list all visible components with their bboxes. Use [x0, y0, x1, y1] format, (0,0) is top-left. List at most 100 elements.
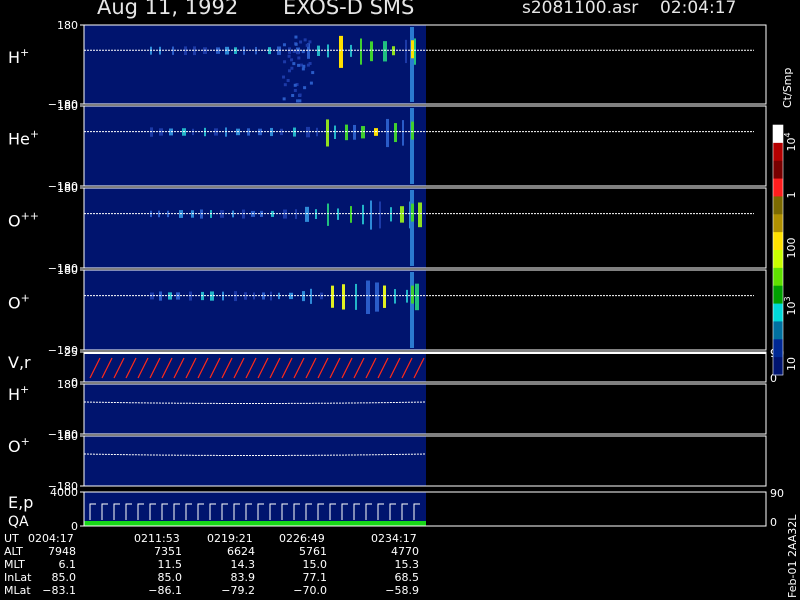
- qa-bar: [84, 521, 426, 526]
- colorbar-segment: [773, 250, 783, 269]
- spectrum-peak: [411, 121, 414, 140]
- orbit-cell: 14.3: [230, 558, 256, 571]
- colorbar-segment: [773, 267, 783, 287]
- spectrum-scatter: [306, 63, 310, 67]
- panel-data-area: [84, 352, 426, 382]
- spectrum-scatter: [294, 35, 298, 39]
- spectrum-streak: [327, 44, 329, 58]
- colorbar-tick: 104: [783, 132, 798, 151]
- colorbar-tick: 100: [785, 238, 798, 259]
- panel-label: V,r: [8, 353, 31, 372]
- spectrum-streak: [355, 283, 357, 310]
- spectrum-scatter: [305, 43, 309, 47]
- panel-label: O++: [8, 209, 39, 230]
- spectrum-streak: [418, 202, 422, 228]
- spectrum-column: [410, 27, 414, 102]
- orbit-cell: 68.5: [394, 571, 420, 584]
- orbit-row-label: ALT: [4, 545, 23, 558]
- colorbar-segment: [773, 125, 783, 144]
- exos-d-sms-plot: Aug 11, 1992 EXOS-D SMS s2081100.asr 02:…: [0, 0, 800, 600]
- orbit-cell: 5761: [299, 545, 327, 558]
- spectrum-scatter: [283, 60, 287, 64]
- colorbar-segment: [773, 214, 783, 233]
- orbit-cell: 0234:17: [371, 532, 417, 545]
- panel-label: E,p: [8, 493, 33, 512]
- spectrum-scatter: [291, 93, 295, 97]
- spectrum-streak: [360, 38, 362, 65]
- spectrum-scatter: [283, 83, 287, 87]
- orbit-row-label: MLat: [4, 584, 31, 597]
- panel-data-area: [84, 492, 426, 526]
- colorbar-segment: [773, 196, 783, 215]
- spectrum-streak: [326, 119, 329, 147]
- spectrum-streak: [394, 289, 396, 304]
- orbit-cell: 6.1: [58, 558, 77, 571]
- panel-empty-area: [426, 270, 766, 350]
- spectrum-streak: [331, 285, 334, 308]
- panel-empty-area: [426, 492, 766, 526]
- panel-data-area: [84, 188, 426, 268]
- spectrum-streak: [350, 206, 352, 223]
- spectrum-scatter: [287, 54, 291, 58]
- spectrum-scatter: [293, 88, 297, 92]
- orbit-cell: 0211:53: [134, 532, 180, 545]
- orbit-cell: −79.2: [221, 584, 255, 597]
- panel-empty-area: [426, 25, 766, 104]
- y-top-label: 180: [57, 378, 78, 391]
- colorbar-segment: [773, 339, 783, 358]
- orbit-cell: −83.1: [42, 584, 76, 597]
- colorbar-segment: [773, 285, 783, 305]
- panel-data-area: [84, 384, 426, 434]
- panel-data-area: [84, 270, 426, 350]
- colorbar-segment: [773, 303, 783, 322]
- colorbar-segment: [773, 321, 783, 340]
- spectrum-scatter: [288, 69, 292, 73]
- panel-empty-area: [426, 352, 766, 382]
- spectrum-scatter: [303, 38, 307, 42]
- spectrum-streak: [406, 289, 408, 303]
- orbit-cell: 15.0: [302, 558, 328, 571]
- spectrum-streak: [302, 291, 305, 302]
- panel-label: O+: [8, 435, 30, 456]
- colorbar-segment: [773, 160, 783, 180]
- colorbar-unit: Ct/Smp: [781, 67, 794, 108]
- colorbar-tick: 103: [783, 296, 798, 315]
- orbit-row-label: InLat: [4, 571, 32, 584]
- spectrum-scatter: [297, 56, 301, 60]
- spectrum-streak: [310, 288, 312, 304]
- spectrum-streak: [342, 284, 345, 310]
- orbit-cell: −70.0: [293, 584, 327, 597]
- spectrum-streak: [415, 283, 419, 311]
- spectrum-streak: [337, 208, 339, 220]
- spectrum-scatter: [298, 93, 302, 97]
- spectrum-scatter: [290, 58, 294, 62]
- panel-empty-area: [426, 106, 766, 186]
- panel-data-area: [84, 106, 426, 186]
- colorbar-tick: 10: [785, 357, 798, 371]
- orbit-cell: 11.5: [157, 558, 183, 571]
- colorbar-segment: [773, 357, 783, 376]
- spectrum-scatter: [292, 62, 296, 66]
- y-top-label: 180: [57, 19, 78, 32]
- spectrum-scatter: [293, 83, 297, 87]
- spectrum-scatter: [309, 81, 313, 85]
- spectrum-streak: [361, 126, 365, 139]
- spectrum-streak: [350, 44, 352, 57]
- spectrum-column: [410, 190, 414, 266]
- spectrum-column: [410, 108, 414, 184]
- spectrum-scatter: [303, 86, 307, 90]
- orbit-cell: 4770: [391, 545, 419, 558]
- y-top-label: 180: [57, 264, 78, 277]
- spectrum-scatter: [296, 99, 300, 103]
- spectrum-streak: [400, 206, 404, 223]
- spectrum-peak: [411, 40, 414, 59]
- orbit-cell: 85.0: [51, 571, 77, 584]
- spectrum-scatter: [282, 97, 286, 101]
- y-top-label: 25: [64, 346, 78, 359]
- spectrum-scatter: [294, 42, 298, 46]
- spectrum-streak: [317, 45, 320, 56]
- y-top-label: 180: [57, 430, 78, 443]
- spectrum-scatter: [302, 64, 306, 68]
- orbit-cell: 0219:21: [207, 532, 253, 545]
- spectrum-streak: [383, 41, 387, 62]
